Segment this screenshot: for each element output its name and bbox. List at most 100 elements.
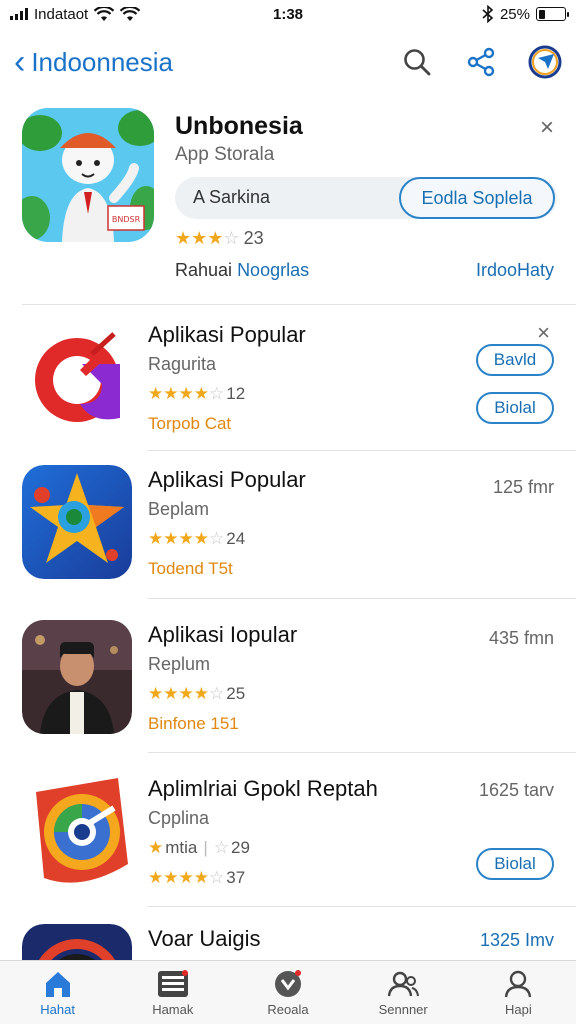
star-empty-icon: ☆ — [223, 228, 240, 248]
divider — [148, 752, 576, 753]
star-filled-icon: ★ — [148, 868, 164, 887]
rating-count-secondary: 37 — [226, 868, 246, 887]
rating-count: 24 — [226, 529, 246, 548]
carrier-label: Indataot — [34, 5, 89, 23]
close-icon[interactable]: × — [537, 320, 550, 346]
close-icon[interactable]: × — [540, 114, 554, 142]
tab-pin[interactable]: Reoala — [238, 969, 338, 1017]
star-empty-icon: ☆ — [209, 868, 225, 887]
app-icon-portrait — [22, 620, 132, 734]
search-icon — [404, 49, 431, 76]
tab-list[interactable]: Hamak — [123, 969, 223, 1017]
featured-title: Unbonesia — [175, 112, 303, 140]
app-icon-star — [22, 465, 132, 579]
app-name: Aplikasi Popular — [148, 322, 306, 347]
app-size: 125 fmr — [492, 477, 554, 497]
divider — [148, 450, 576, 451]
app-size: 1325 Imv — [479, 930, 554, 950]
home-icon — [45, 971, 70, 997]
app-name: Aplimlriai Gpokl Reptah — [148, 776, 378, 801]
featured-right-link[interactable]: IrdooHaty — [476, 260, 554, 281]
tab-label: Hahat — [40, 1001, 75, 1017]
divider — [148, 906, 576, 907]
star-filled-icon: ★ — [148, 384, 164, 403]
star-icon: ★ — [148, 838, 164, 857]
app-get-button[interactable]: Bavld — [476, 344, 554, 376]
status-right: 25% — [482, 5, 569, 23]
star-empty-icon: ☆ — [209, 384, 225, 403]
list-icon — [157, 969, 188, 997]
signal-icon — [10, 8, 28, 20]
star-filled-icon: ★ — [148, 529, 164, 548]
divider — [22, 304, 576, 305]
compass-button[interactable] — [528, 45, 562, 79]
back-button[interactable]: ‹ Indoonnesia — [14, 45, 173, 79]
featured-icon-badge: BNDSR — [112, 215, 141, 224]
star-filled-icon: ★ — [193, 384, 209, 403]
featured-app-card[interactable]: BNDSR Unbonesia App Storala × A Sarkina … — [0, 100, 576, 300]
divider — [148, 598, 576, 599]
featured-subtitle: App Storala — [175, 144, 275, 165]
compass-icon — [528, 45, 562, 79]
rating-stars: ★★★★☆ — [148, 384, 224, 404]
tab-label: Reoala — [267, 1001, 309, 1017]
person-icon — [505, 970, 532, 997]
star-filled-icon: ★ — [178, 529, 194, 548]
search-button[interactable] — [400, 45, 434, 79]
tab-profile[interactable]: Hapi — [468, 969, 568, 1017]
app-secondary-button[interactable]: Biolal — [476, 392, 554, 424]
featured-action-button[interactable]: Eodla Soplela — [399, 177, 555, 219]
star-filled-icon: ★ — [163, 684, 179, 703]
tab-home[interactable]: Hahat — [8, 969, 108, 1017]
app-name: Voar Uaigis — [148, 926, 261, 951]
app-tag: Binfone 151 — [148, 714, 239, 733]
tab-bar: Hahat Hamak Reoala Sennner Hapi — [0, 960, 576, 1024]
app-size: 435 fmn — [488, 628, 554, 648]
app-developer: Beplam — [148, 499, 210, 519]
app-rating: ★★★★☆ 12 — [148, 384, 245, 404]
app-row[interactable]: Voar Uaigis 1325 Imv — [0, 924, 576, 960]
battery-percent: 25% — [499, 5, 530, 23]
rating-stars: ★★★☆ — [175, 228, 240, 249]
featured-left-link[interactable]: Rahuai Noogrlas — [175, 260, 309, 281]
rating-count: 23 — [243, 228, 264, 248]
star-empty-icon: ☆ — [209, 529, 225, 548]
app-get-button[interactable]: Biolal — [476, 848, 554, 880]
app-rating: ★ mtia | ☆ 29 — [148, 838, 250, 858]
people-icon — [387, 971, 420, 996]
app-developer: Cpplina — [148, 808, 210, 828]
app-size: 1625 tarv — [478, 780, 554, 800]
star-filled-icon: ★ — [178, 384, 194, 403]
rating-separator: | — [203, 838, 208, 857]
star-filled-icon: ★ — [193, 868, 209, 887]
app-row[interactable]: Aplimlriai Gpokl Reptah Cpplina ★ mtia |… — [0, 774, 576, 914]
featured-search-placeholder: A Sarkina — [193, 187, 271, 207]
star-filled-icon: ★ — [178, 868, 194, 887]
bluetooth-icon — [482, 5, 494, 23]
star-outline-icon: ☆ — [213, 838, 230, 857]
back-label: Indoonnesia — [31, 46, 174, 77]
featured-left-link-highlight: Noogrlas — [237, 260, 310, 280]
tab-label: Hamak — [152, 1001, 194, 1017]
wifi-icon-2 — [120, 6, 141, 21]
app-developer: Ragurita — [148, 354, 217, 374]
rating-count: 25 — [226, 684, 246, 703]
app-name: Aplikasi Popular — [148, 467, 306, 492]
app-row[interactable]: Aplikasi Iopular Replum ★★★★☆ 25 Binfone… — [0, 620, 576, 760]
tab-label: Hapi — [504, 1001, 532, 1017]
rating-count: 29 — [231, 838, 250, 857]
star-filled-icon: ★ — [191, 228, 208, 248]
battery-icon — [536, 7, 569, 21]
app-rating-secondary: ★★★★☆ 37 — [148, 868, 245, 888]
status-left: Indataot — [10, 5, 141, 23]
app-tag: Torpob Cat — [148, 414, 232, 433]
clock: 1:38 — [272, 5, 304, 23]
share-button[interactable] — [464, 45, 498, 79]
app-name: Aplikasi Iopular — [148, 622, 298, 647]
tab-people[interactable]: Sennner — [353, 969, 453, 1017]
status-bar: Indataot 1:38 25% — [0, 0, 576, 28]
pin-icon — [274, 969, 301, 997]
chevron-left-icon: ‹ — [14, 43, 26, 81]
app-row[interactable]: Aplikasi Popular Beplam ★★★★☆ 24 Todend … — [0, 465, 576, 605]
app-row[interactable]: Aplikasi Popular Ragurita ★★★★☆ 12 Torpo… — [0, 320, 576, 460]
